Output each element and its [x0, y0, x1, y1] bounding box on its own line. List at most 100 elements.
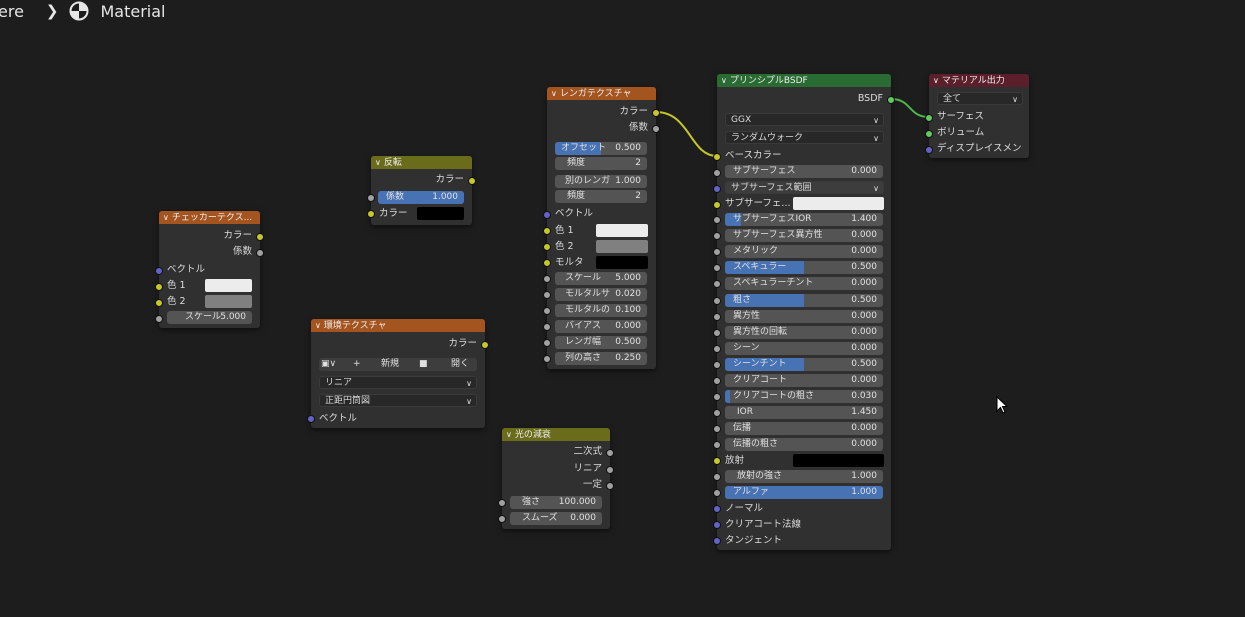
input-volume-socket[interactable] — [925, 130, 933, 138]
input-param-socket[interactable] — [713, 409, 721, 417]
image-selector[interactable]: ▣∨ + 新規 ■ 開く — [319, 358, 477, 371]
subsurface-radius-dropdown[interactable]: サブサーフェス範囲 ∨ — [725, 181, 884, 194]
projection-dropdown[interactable]: 正距円筒図 ∨ — [319, 394, 477, 407]
node-header[interactable]: ∨ チェッカーテクス... — [159, 211, 260, 224]
bias-field[interactable]: バイアス 0.000 — [555, 320, 647, 333]
color2-swatch[interactable] — [596, 240, 648, 253]
subsurface-color-swatch[interactable] — [793, 197, 884, 210]
image-icon[interactable]: ▣∨ — [321, 358, 336, 371]
mortar-swatch[interactable] — [596, 256, 648, 269]
bsdf-param-field[interactable]: クリアコート 0.000 — [725, 374, 883, 387]
fac-field[interactable]: 係数 1.000 — [378, 191, 464, 204]
scale-field[interactable]: スケール 5.000 — [555, 272, 647, 285]
interpolation-dropdown[interactable]: リニア ∨ — [319, 376, 477, 389]
chevron-down-icon[interactable]: ∨ — [375, 156, 381, 169]
input-param-socket[interactable] — [713, 393, 721, 401]
output-fac-socket[interactable] — [256, 249, 264, 257]
input-param-socket[interactable] — [713, 280, 721, 288]
chevron-down-icon[interactable]: ∨ — [551, 87, 557, 100]
input-vector-socket[interactable] — [155, 267, 163, 275]
chevron-down-icon[interactable]: ∨ — [721, 74, 727, 87]
input-param-socket[interactable] — [713, 425, 721, 433]
invert-node[interactable]: ∨ 反転 カラー 係数 1.000 カラー — [367, 156, 476, 225]
input-mortar-smooth-socket[interactable] — [543, 307, 551, 315]
brick-width-field[interactable]: レンガ幅 0.500 — [555, 336, 647, 349]
node-header[interactable]: ∨ 反転 — [371, 156, 472, 169]
scale-field[interactable]: スケール 5.000 — [167, 311, 252, 324]
material-output-node[interactable]: ∨ マテリアル出力 全て ∨ サーフェス ボリューム ディスプレイスメン — [925, 74, 1029, 158]
input-color2-socket[interactable] — [543, 243, 551, 251]
input-param-socket[interactable] — [713, 248, 721, 256]
input-base-color-socket[interactable] — [713, 153, 721, 161]
subsurface-field[interactable]: サブサーフェス 0.000 — [725, 165, 883, 178]
brick-texture-node[interactable]: ∨ レンガテクスチャ カラー 係数 オフセット 0.500 頻度 2 別のレンガ 1.0… — [543, 87, 660, 369]
mortar-size-field[interactable]: モルタルサ 0.020 — [555, 288, 647, 301]
input-param-socket[interactable] — [713, 345, 721, 353]
input-param-socket[interactable] — [713, 264, 721, 272]
breadcrumb-prev[interactable]: ere — [0, 2, 24, 21]
input-clearcoat-normal-socket[interactable] — [713, 521, 721, 529]
frequency1-field[interactable]: 頻度 2 — [555, 157, 647, 170]
input-color-socket[interactable] — [367, 210, 375, 218]
output-bsdf-socket[interactable] — [887, 96, 895, 104]
input-fac-socket[interactable] — [367, 194, 375, 202]
input-normal-socket[interactable] — [713, 505, 721, 513]
squash-field[interactable]: 別のレンガ 1.000 — [555, 175, 647, 188]
bsdf-param-field[interactable]: スペキュラー 0.500 — [725, 261, 883, 274]
input-param-socket[interactable] — [713, 216, 721, 224]
input-smooth-socket[interactable] — [498, 515, 506, 523]
input-row-height-socket[interactable] — [543, 355, 551, 363]
output-color-socket[interactable] — [481, 341, 489, 349]
environment-texture-node[interactable]: ∨ 環境テクスチャ カラー ▣∨ + 新規 ■ 開く リニア ∨ 正距円筒図 ∨ ベク… — [307, 319, 489, 428]
output-linear-socket[interactable] — [606, 466, 614, 474]
input-displacement-socket[interactable] — [925, 146, 933, 154]
subsurface-method-dropdown[interactable]: ランダムウォーク ∨ — [725, 131, 884, 144]
bsdf-param-field[interactable]: 伝播の粗さ 0.000 — [725, 438, 883, 451]
node-header[interactable]: ∨ レンガテクスチャ — [547, 87, 656, 100]
chevron-down-icon[interactable]: ∨ — [933, 74, 939, 87]
color2-swatch[interactable] — [205, 295, 252, 308]
row-height-field[interactable]: 列の高さ 0.250 — [555, 352, 647, 365]
new-image-button[interactable]: 新規 — [381, 358, 399, 371]
bsdf-param-field[interactable]: メタリック 0.000 — [725, 245, 883, 258]
bsdf-param-field[interactable]: 異方性 0.000 — [725, 310, 883, 323]
input-param-socket[interactable] — [713, 441, 721, 449]
chevron-down-icon[interactable]: ∨ — [163, 211, 169, 224]
input-param-socket[interactable] — [713, 313, 721, 321]
alpha-field[interactable]: アルファ 1.000 — [725, 486, 883, 499]
output-constant-socket[interactable] — [606, 482, 614, 490]
input-brick-width-socket[interactable] — [543, 339, 551, 347]
input-bias-socket[interactable] — [543, 323, 551, 331]
breadcrumb-current[interactable]: Material — [101, 2, 166, 21]
input-subsurface-radius-socket[interactable] — [713, 185, 721, 193]
output-color-socket[interactable] — [652, 109, 660, 117]
offset-field[interactable]: オフセット 0.500 — [555, 142, 647, 155]
input-surface-socket[interactable] — [925, 114, 933, 122]
light-falloff-node[interactable]: ∨ 光の減衰 二次式 リニア 一定 強さ 100.000 スムーズ 0.000 — [498, 428, 614, 529]
smooth-field[interactable]: スムーズ 0.000 — [510, 512, 602, 525]
bsdf-param-field[interactable]: スペキュラーチント 0.000 — [725, 277, 883, 290]
node-header[interactable]: ∨ マテリアル出力 — [929, 74, 1029, 87]
output-color-socket[interactable] — [468, 177, 476, 185]
input-vector-socket[interactable] — [543, 211, 551, 219]
bsdf-param-field[interactable]: 異方性の回転 0.000 — [725, 326, 883, 339]
emission-swatch[interactable] — [793, 454, 884, 467]
bsdf-param-field[interactable]: クリアコートの粗さ 0.030 — [725, 390, 883, 403]
open-image-button[interactable]: 開く — [451, 358, 469, 371]
input-vector-socket[interactable] — [307, 415, 315, 423]
input-subsurface-socket[interactable] — [713, 169, 721, 177]
input-alpha-socket[interactable] — [713, 489, 721, 497]
distribution-dropdown[interactable]: GGX ∨ — [725, 113, 884, 126]
frequency2-field[interactable]: 頻度 2 — [555, 190, 647, 203]
input-emission-strength-socket[interactable] — [713, 473, 721, 481]
color-swatch[interactable] — [417, 207, 464, 220]
strength-field[interactable]: 強さ 100.000 — [510, 496, 602, 509]
input-param-socket[interactable] — [713, 232, 721, 240]
output-quadratic-socket[interactable] — [606, 449, 614, 457]
color1-swatch[interactable] — [596, 224, 648, 237]
input-strength-socket[interactable] — [498, 499, 506, 507]
color1-swatch[interactable] — [205, 279, 252, 292]
bsdf-param-field[interactable]: サブサーフェスIOR 1.400 — [725, 213, 883, 226]
bsdf-param-field[interactable]: IOR 1.450 — [725, 406, 883, 419]
chevron-down-icon[interactable]: ∨ — [315, 319, 321, 332]
